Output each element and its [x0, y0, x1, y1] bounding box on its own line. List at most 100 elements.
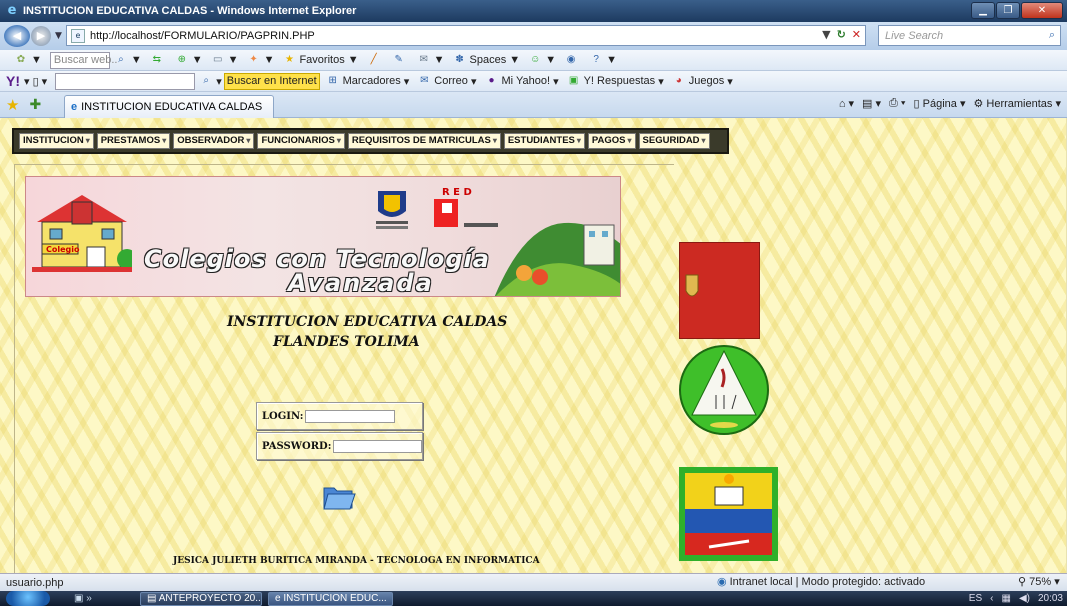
windows-taskbar: ▣ » ▤ ANTEPROYECTO 20... e INSTITUCION E… — [0, 591, 1067, 606]
favoritos-button[interactable]: ★ Favoritos ▼ — [282, 53, 359, 67]
yahoo-logo-icon[interactable]: Y! — [6, 73, 20, 89]
tab-active[interactable]: e INSTITUCION EDUCATIVA CALDAS — [64, 95, 274, 118]
toolbar-grip-icon[interactable]: ✿ ▼ — [14, 53, 42, 67]
chevron-down-icon: ▾ — [701, 136, 706, 145]
network-icon[interactable]: ▦ — [1001, 593, 1010, 604]
buscar-internet-button[interactable]: Buscar en Internet — [223, 72, 320, 90]
tray-expand-icon[interactable]: ‹ — [990, 593, 993, 604]
login-input[interactable] — [305, 409, 396, 423]
taskbar-item-institucion[interactable]: e INSTITUCION EDUC... — [268, 592, 393, 606]
pagina-label: Página — [922, 98, 957, 110]
herramientas-menu[interactable]: ⚙ Herramientas ▾ — [973, 97, 1061, 110]
correo-label: Correo — [434, 75, 468, 87]
institution-location: FLANDES TOLIMA — [273, 334, 420, 350]
minimize-button[interactable]: ▁ — [971, 2, 995, 19]
web-search-input[interactable]: Buscar web.. — [49, 51, 117, 69]
taskbar-item-anteproyecto[interactable]: ▤ ANTEPROYECTO 20... — [140, 592, 262, 606]
yahoo-search-icon[interactable]: ⌕ ▾ — [199, 74, 221, 88]
task1-label: ANTEPROYECTO 20... — [158, 593, 262, 604]
password-input[interactable] — [333, 439, 422, 453]
banner-subtitle: Avanzada — [288, 269, 434, 297]
back-button[interactable]: ◀ — [4, 25, 30, 47]
respuestas-button[interactable]: ▣ Y! Respuestas ▾ — [567, 74, 664, 88]
chevron-down-icon: ▾ — [576, 136, 581, 145]
word-icon: ▤ — [147, 593, 159, 604]
live-search-input[interactable]: Live Search ⌕ — [878, 25, 1061, 46]
zoom-level: 75% — [1029, 576, 1052, 588]
security-zone[interactable]: ◉ Intranet local | Modo protegido: activ… — [717, 575, 925, 589]
coat-of-arms-icon — [685, 274, 699, 297]
toolbar-grip2-icon[interactable]: ▾ ▯ ▾ — [24, 75, 47, 88]
toolbar-people-icon[interactable]: ☺ ▼ — [528, 53, 556, 67]
zoom-control[interactable]: ⚲ 75% ▾ — [1018, 575, 1060, 588]
toolbar-globe-icon[interactable]: ◉ — [564, 53, 581, 67]
stop-icon[interactable]: ✕ — [852, 28, 861, 41]
forward-button[interactable]: ▶ — [31, 26, 51, 46]
menu-pagos-label: PAGOS — [591, 135, 626, 146]
address-dropdown-icon[interactable]: ▼ — [822, 28, 830, 41]
municipal-shield-icon — [679, 467, 778, 561]
menu-prestamos[interactable]: PRESTAMOS ▾ — [96, 133, 171, 149]
menu-requisitos[interactable]: REQUISITOS DE MATRICULAS ▾ — [347, 133, 501, 149]
system-tray: ES ‹ ▦ ◀) 20:03 — [969, 593, 1063, 604]
clock[interactable]: 20:03 — [1038, 593, 1063, 604]
login-label: LOGIN: — [262, 410, 304, 422]
institution-title: INSTITUCION EDUCATIVA CALDAS — [227, 314, 508, 330]
chevron-down-icon: ▾ — [627, 136, 632, 145]
window-title-bar[interactable]: e INSTITUCION EDUCATIVA CALDAS - Windows… — [0, 0, 1067, 22]
refresh-icon[interactable]: ↻ — [837, 28, 846, 41]
marcadores-label: Marcadores — [342, 75, 401, 87]
volume-icon[interactable]: ◀) — [1019, 593, 1030, 604]
yahoo-search-input[interactable] — [55, 72, 196, 90]
juegos-button[interactable]: ◕ Juegos ▾ — [672, 74, 733, 88]
menu-prestamos-label: PRESTAMOS — [100, 135, 161, 146]
marcadores-button[interactable]: ⊞ Marcadores ▾ — [326, 74, 409, 88]
spaces-button[interactable]: ✽ Spaces ▼ — [453, 53, 520, 67]
folder-submit-icon[interactable] — [322, 480, 356, 512]
search-go-icon[interactable]: ⌕ ▼ — [114, 53, 142, 67]
start-button[interactable] — [6, 591, 50, 606]
search-icon[interactable]: ⌕ — [1049, 28, 1055, 42]
history-dropdown-icon[interactable]: ▼ — [55, 31, 62, 41]
chevron-down-icon: ▾ — [85, 136, 90, 145]
toolbar-mail-icon[interactable]: ✉ ▼ — [417, 53, 444, 67]
page-viewport: INSTITUCION ▾ PRESTAMOS ▾ OBSERVADOR ▾ FUNC… — [0, 118, 1067, 573]
mi-yahoo-label: Mi Yahoo! — [501, 75, 551, 87]
favorites-star-icon[interactable]: ★ — [6, 96, 19, 114]
chevron-down-icon: ▾ — [162, 136, 167, 145]
close-button[interactable]: ✕ — [1021, 2, 1063, 19]
toolbar-arrows-icon[interactable]: ⇆ — [150, 53, 167, 67]
status-text: usuario.php — [6, 576, 64, 589]
menu-institucion[interactable]: INSTITUCION ▾ — [19, 133, 94, 149]
pagina-menu[interactable]: ▯ Página ▾ — [914, 97, 966, 110]
quick-launch-icon[interactable]: ▣ » — [74, 593, 92, 604]
add-favorite-icon[interactable]: ✚ — [29, 96, 41, 113]
menu-funcionarios[interactable]: FUNCIONARIOS ▾ — [257, 133, 345, 149]
password-label: PASSWORD: — [262, 440, 332, 452]
menu-estudiantes[interactable]: ESTUDIANTES ▾ — [503, 133, 585, 149]
chevron-down-icon: ▾ — [492, 136, 497, 145]
print-icon[interactable]: ⎙ ▾ — [889, 97, 905, 110]
spaces-label: Spaces — [469, 54, 507, 66]
live-search-placeholder: Live Search — [885, 29, 944, 42]
toolbar-pen-icon[interactable]: ╱ — [367, 53, 384, 67]
window-title: INSTITUCION EDUCATIVA CALDAS - Windows I… — [23, 5, 357, 17]
mi-yahoo-button[interactable]: ● Mi Yahoo! ▾ — [485, 74, 558, 88]
menu-seguridad[interactable]: SEGURIDAD ▾ — [638, 133, 710, 149]
toolbar-note-icon[interactable]: ✎ — [392, 53, 409, 67]
home-icon[interactable]: ⌂ ▾ — [839, 97, 854, 110]
toolbar-window-icon[interactable]: ▭ ▼ — [211, 53, 239, 67]
tab-ie-icon: e — [71, 101, 78, 113]
feeds-icon[interactable]: ▤ ▾ — [862, 97, 881, 110]
menu-pagos[interactable]: PAGOS ▾ — [587, 133, 636, 149]
address-input[interactable]: e http://localhost/FORMULARIO/PAGPRIN.PH… — [66, 25, 866, 46]
maximize-button[interactable]: ❐ — [996, 2, 1020, 19]
correo-button[interactable]: ✉ Correo ▾ — [417, 74, 476, 88]
toolbar-messenger-icon[interactable]: ✦ ▼ — [247, 53, 274, 67]
language-indicator[interactable]: ES — [969, 593, 982, 604]
author-footer: JESICA JULIETH BURITICA MIRANDA - TECNOL… — [173, 556, 540, 566]
toolbar-help-icon[interactable]: ? ▼ — [589, 53, 617, 67]
menu-observador[interactable]: OBSERVADOR ▾ — [173, 133, 255, 149]
menu-institucion-label: INSTITUCION — [23, 135, 84, 146]
toolbar-add-icon[interactable]: ⊕ ▼ — [175, 53, 203, 67]
